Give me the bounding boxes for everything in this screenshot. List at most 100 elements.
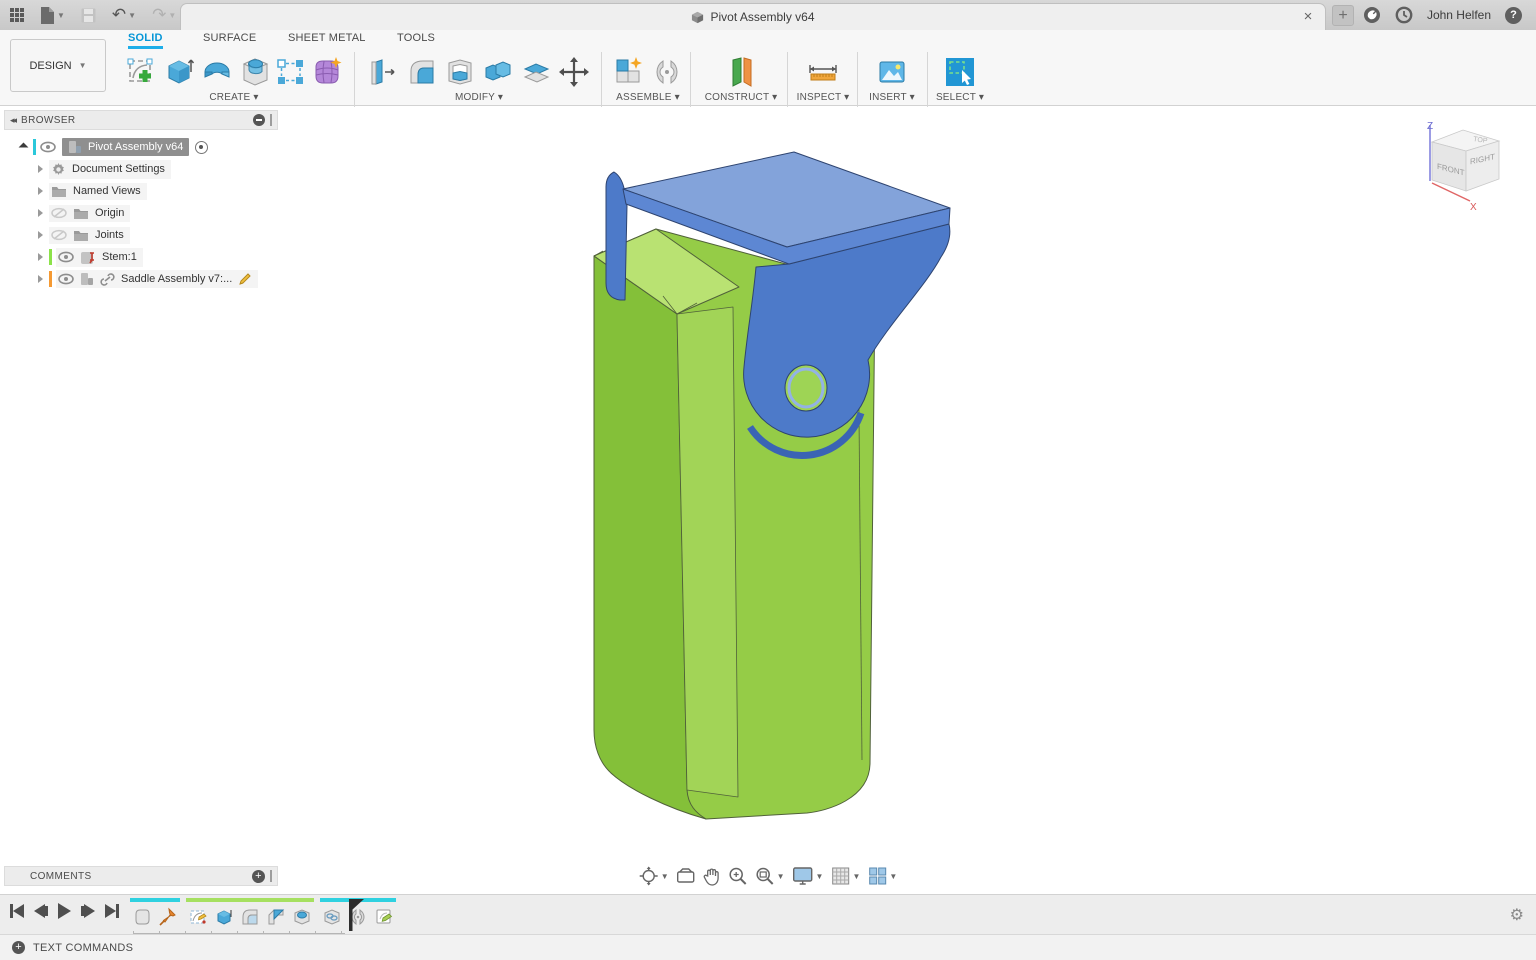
add-comment-icon[interactable]: + [252,869,265,883]
group-label-inspect[interactable]: INSPECT ▾ [797,92,850,103]
expand-triangle-icon[interactable] [38,275,43,283]
expand-triangle-icon[interactable] [38,231,43,239]
panel-options-icon[interactable] [253,114,265,126]
go-to-start-button[interactable] [10,904,24,918]
browser-item-named-views[interactable]: Named Views [4,180,278,202]
new-component-icon[interactable] [612,54,646,90]
extensions-icon[interactable] [1363,0,1381,30]
hidden-eye-icon[interactable] [51,229,67,241]
extrude-icon[interactable] [162,54,196,90]
select-icon[interactable] [943,54,977,90]
comments-header[interactable]: COMMENTS + [4,866,278,886]
tab-sheet-metal[interactable]: SHEET METAL [288,32,366,49]
construction-plane-icon[interactable] [724,54,758,90]
insert-image-icon[interactable] [875,54,909,90]
pattern-icon[interactable] [276,54,306,90]
group-label-assemble[interactable]: ASSEMBLE ▾ [616,92,680,103]
step-forward-button[interactable] [81,904,95,918]
step-back-button[interactable] [34,904,48,918]
timeline-hole-icon[interactable] [290,904,314,930]
fit-icon[interactable]: ▼ [755,866,785,886]
grid-settings-icon[interactable]: ▼ [830,866,860,886]
browser-item-joints[interactable]: Joints [4,224,278,246]
timeline-sketch-icon[interactable] [186,904,210,930]
browser-item-stem[interactable]: Stem:1 [4,246,278,268]
browser-item-root[interactable]: Pivot Assembly v64 [4,136,278,158]
edit-in-place-pencil-icon[interactable] [238,272,252,286]
combine-icon[interactable] [481,54,515,90]
browser-item-document-settings[interactable]: Document Settings [4,158,278,180]
timeline-sketch-edit-icon[interactable] [372,904,396,930]
timeline-fillet-icon[interactable] [238,904,262,930]
visibility-eye-icon[interactable] [58,251,74,263]
create-sketch-icon[interactable] [124,54,158,90]
joint-icon[interactable] [650,54,684,90]
panel-scrollbar[interactable] [270,114,272,126]
measure-icon[interactable] [806,54,840,90]
expand-triangle-icon[interactable] [38,209,43,217]
app-grid-icon[interactable] [10,0,24,30]
document-tab[interactable]: Pivot Assembly v64 × [180,3,1326,30]
visibility-eye-icon[interactable] [40,141,56,153]
timeline-ground-pin-icon[interactable] [156,904,180,930]
timeline-settings-gear-icon[interactable]: ⚙ [1510,905,1524,925]
timeline-chamfer-icon[interactable] [264,904,288,930]
help-icon[interactable]: ? [1505,6,1522,24]
document-cube-icon [692,11,704,23]
press-pull-icon[interactable] [367,54,401,90]
user-name[interactable]: John Helfen [1427,8,1491,22]
expand-triangle-icon[interactable] [38,187,43,195]
model-pivot-assembly[interactable] [570,140,970,830]
job-status-icon[interactable] [1395,0,1413,30]
create-form-icon[interactable] [310,54,344,90]
tab-solid[interactable]: SOLID [128,32,163,49]
group-label-insert[interactable]: INSERT ▾ [869,92,915,103]
timeline-component-icon[interactable] [130,904,154,930]
fillet-icon[interactable] [405,54,439,90]
display-settings-icon[interactable]: ▼ [792,866,823,886]
new-tab-button[interactable]: + [1332,5,1354,26]
pan-icon[interactable] [703,867,721,886]
activate-component-radio[interactable] [195,140,209,154]
viewports-icon[interactable]: ▼ [867,866,897,886]
panel-scrollbar[interactable] [270,870,272,882]
go-to-end-button[interactable] [105,904,119,918]
expand-text-commands-icon[interactable]: + [12,941,25,954]
timeline-extrude-icon[interactable] [212,904,236,930]
expand-triangle-icon[interactable] [38,165,43,173]
viewport-canvas[interactable]: ◂◂ BROWSER Pivot Assembly v64 Document S… [0,107,1536,894]
orbit-icon[interactable]: ▼ [639,866,669,886]
visibility-eye-icon[interactable] [58,273,74,285]
text-commands-bar[interactable]: + TEXT COMMANDS [0,934,1536,960]
root-node-chip[interactable]: Pivot Assembly v64 [62,138,190,156]
revolve-icon[interactable] [200,54,234,90]
group-label-create[interactable]: CREATE ▾ [209,92,258,103]
expand-triangle-icon[interactable] [38,253,43,261]
hidden-eye-icon[interactable] [51,207,67,219]
hole-icon[interactable] [238,54,272,90]
workspace-selector[interactable]: DESIGN ▼ [10,39,106,92]
browser-item-origin[interactable]: Origin [4,202,278,224]
timeline-pattern-icon[interactable] [320,904,344,930]
offset-face-icon[interactable] [519,54,553,90]
save-icon[interactable] [81,0,96,30]
timeline-position-marker[interactable] [346,899,364,931]
look-at-icon[interactable] [676,867,696,885]
group-label-modify[interactable]: MODIFY ▾ [455,92,503,103]
tab-tools[interactable]: TOOLS [397,32,435,49]
browser-header[interactable]: ◂◂ BROWSER [4,110,278,130]
view-cube[interactable]: Z X TOP FRONT RIGHT [1406,117,1526,227]
group-label-select[interactable]: SELECT ▾ [936,92,984,103]
move-icon[interactable] [557,54,591,90]
undo-icon[interactable]: ↶ ▼ [112,0,136,30]
group-label-construct[interactable]: CONSTRUCT ▾ [705,92,778,103]
zoom-icon[interactable] [728,866,748,886]
tab-surface[interactable]: SURFACE [203,32,256,49]
file-menu-icon[interactable]: ▼ [40,0,65,30]
expand-triangle-icon[interactable] [18,142,29,152]
collapse-panel-icon[interactable]: ◂◂ [10,115,17,126]
close-tab-icon[interactable]: × [1299,8,1317,26]
browser-item-saddle-assembly[interactable]: Saddle Assembly v7:... [4,268,278,290]
play-button[interactable] [58,903,71,919]
shell-icon[interactable] [443,54,477,90]
